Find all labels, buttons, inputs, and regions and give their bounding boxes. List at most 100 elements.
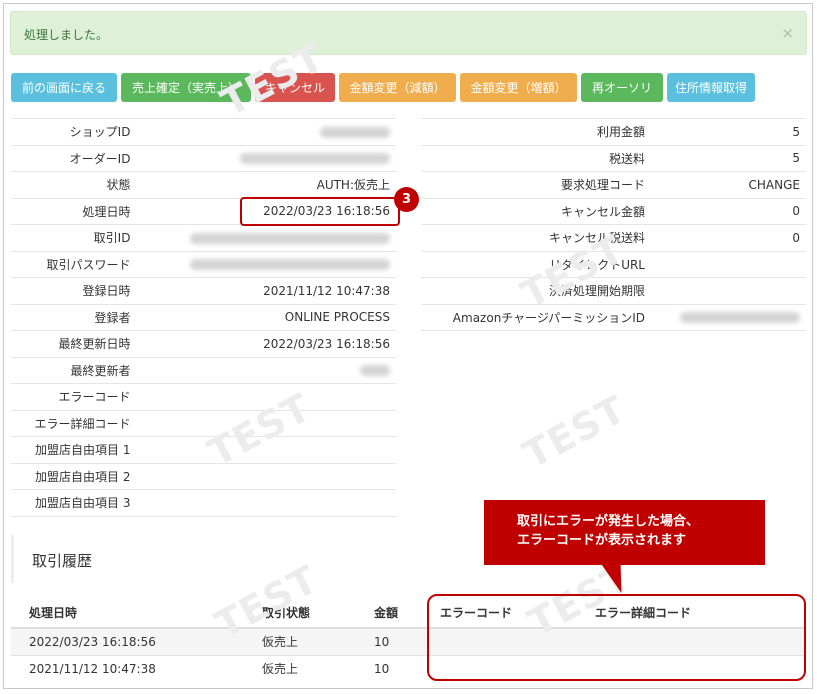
detail-value — [136, 409, 396, 437]
history-title: 取引履歴 — [32, 552, 93, 570]
detail-label: キャンセル税送料 — [421, 224, 651, 251]
detail-label: ショップID — [11, 118, 137, 145]
detail-value-masked — [136, 144, 396, 172]
detail-value — [136, 436, 396, 463]
history-cell-status: 仮売上 — [244, 654, 356, 682]
masked-value — [240, 153, 390, 165]
detail-value: 2021/11/12 10:47:38 — [136, 277, 396, 304]
action-toolbar: 前の画面に戻る 売上確定（実売上） キャンセル 金額変更（減額） 金額変更（増額… — [11, 73, 759, 102]
detail-row-client-field-3: 加盟店自由項目 3 — [11, 489, 396, 517]
detail-label: 処理日時 — [11, 197, 137, 225]
detail-label: 要求処理コード — [421, 171, 651, 198]
detail-label: 登録日時 — [11, 277, 137, 304]
detail-value-masked — [136, 250, 396, 278]
detail-label: 税送料 — [421, 144, 651, 172]
history-cell-amount: 10 — [356, 627, 422, 655]
masked-value — [190, 232, 390, 244]
detail-row-payment-deadline: 決済処理開始期限 — [421, 277, 806, 304]
back-button[interactable]: 前の画面に戻る — [11, 73, 117, 102]
detail-row-tax: 税送料 5 — [421, 144, 806, 172]
detail-label: キャンセル金額 — [421, 197, 651, 225]
highlight-process-date — [240, 197, 400, 226]
detail-value — [136, 383, 396, 410]
annotation-callout: 取引にエラーが発生した場合、 エラーコードが表示されます — [484, 500, 765, 565]
detail-row-cancel-amount: キャンセル金額 0 — [421, 197, 806, 225]
transaction-details-left: ショップID オーダーID 状態 AUTH:仮売上 処理日時 2022/03/23 … — [11, 118, 396, 517]
detail-row-shop-id: ショップID — [11, 118, 396, 145]
history-col-status: 取引状態 — [244, 597, 356, 629]
detail-value — [136, 462, 396, 490]
detail-row-cancel-tax: キャンセル税送料 0 — [421, 224, 806, 251]
detail-label: オーダーID — [11, 144, 137, 172]
detail-row-updated-at: 最終更新日時 2022/03/23 16:18:56 — [11, 330, 396, 357]
detail-row-created-at: 登録日時 2021/11/12 10:47:38 — [11, 277, 396, 304]
detail-label: エラー詳細コード — [11, 409, 137, 437]
masked-value — [320, 126, 390, 138]
detail-label: 最終更新者 — [11, 356, 137, 384]
amount-increase-button[interactable]: 金額変更（増額） — [460, 73, 577, 102]
masked-value — [190, 259, 390, 271]
history-cell-amount: 10 — [356, 654, 422, 682]
detail-row-job-cd: 要求処理コード CHANGE — [421, 171, 806, 198]
detail-row-access-id: 取引ID — [11, 224, 396, 251]
detail-row-access-pass: 取引パスワード — [11, 250, 396, 278]
detail-value: 0 — [651, 197, 806, 225]
detail-value: 2022/03/23 16:18:56 — [136, 330, 396, 357]
transaction-details-right: 利用金額 5 税送料 5 要求処理コード CHANGE キャンセル金額 0 キャンセル税… — [421, 118, 806, 331]
detail-label: 加盟店自由項目 2 — [11, 462, 137, 490]
detail-row-client-field-2: 加盟店自由項目 2 — [11, 462, 396, 490]
detail-value-masked — [651, 303, 806, 331]
detail-value — [651, 250, 806, 278]
confirm-sale-button[interactable]: 売上確定（実売上） — [121, 73, 251, 102]
detail-row-status: 状態 AUTH:仮売上 — [11, 171, 396, 198]
history-cell-date: 2022/03/23 16:18:56 — [11, 627, 244, 655]
detail-label: AmazonチャージパーミッションID — [421, 303, 651, 331]
detail-row-error-code: エラーコード — [11, 383, 396, 410]
detail-label: 登録者 — [11, 303, 137, 331]
detail-row-client-field-1: 加盟店自由項目 1 — [11, 436, 396, 463]
detail-row-order-id: オーダーID — [11, 144, 396, 172]
detail-label: 最終更新日時 — [11, 330, 137, 357]
alert-message: 処理しました。 — [24, 28, 109, 42]
step-number-badge: 3 — [394, 187, 419, 212]
cancel-button[interactable]: キャンセル — [255, 73, 335, 102]
detail-value: AUTH:仮売上 — [136, 171, 396, 198]
detail-value: ONLINE PROCESS — [136, 303, 396, 331]
detail-value — [136, 489, 396, 517]
detail-value: 5 — [651, 144, 806, 172]
detail-label: 加盟店自由項目 3 — [11, 489, 137, 517]
detail-label: リダイレクトURL — [421, 250, 651, 278]
detail-row-updated-by: 最終更新者 — [11, 356, 396, 384]
detail-value-masked — [136, 118, 396, 145]
history-section-header: 取引履歴 — [11, 535, 311, 583]
success-alert: 処理しました。 × — [10, 11, 807, 55]
callout-line-2: エラーコードが表示されます — [517, 533, 687, 548]
detail-value-masked — [136, 356, 396, 384]
detail-value-masked — [136, 224, 396, 251]
detail-label: 利用金額 — [421, 118, 651, 145]
detail-label: エラーコード — [11, 383, 137, 410]
detail-label: 取引パスワード — [11, 250, 137, 278]
history-cell-status: 仮売上 — [244, 627, 356, 655]
reauthorize-button[interactable]: 再オーソリ — [581, 73, 663, 102]
detail-label: 加盟店自由項目 1 — [11, 436, 137, 463]
detail-row-amazon-charge-permission-id: AmazonチャージパーミッションID — [421, 303, 806, 331]
detail-value: 0 — [651, 224, 806, 251]
detail-label: 状態 — [11, 171, 137, 198]
callout-line-1: 取引にエラーが発生した場合、 — [517, 514, 700, 529]
history-cell-date: 2021/11/12 10:47:38 — [11, 654, 244, 682]
get-address-button[interactable]: 住所情報取得 — [667, 73, 755, 102]
detail-row-error-detail: エラー詳細コード — [11, 409, 396, 437]
masked-value — [360, 365, 390, 377]
history-col-date: 処理日時 — [11, 597, 244, 629]
masked-value — [680, 312, 800, 324]
detail-row-amount: 利用金額 5 — [421, 118, 806, 145]
detail-row-redirect-url: リダイレクトURL — [421, 250, 806, 278]
amount-decrease-button[interactable]: 金額変更（減額） — [339, 73, 456, 102]
detail-value: CHANGE — [651, 171, 806, 198]
detail-value: 5 — [651, 118, 806, 145]
close-icon[interactable]: × — [781, 24, 794, 42]
detail-label: 決済処理開始期限 — [421, 277, 651, 304]
detail-value — [651, 277, 806, 304]
highlight-error-columns — [427, 594, 806, 681]
